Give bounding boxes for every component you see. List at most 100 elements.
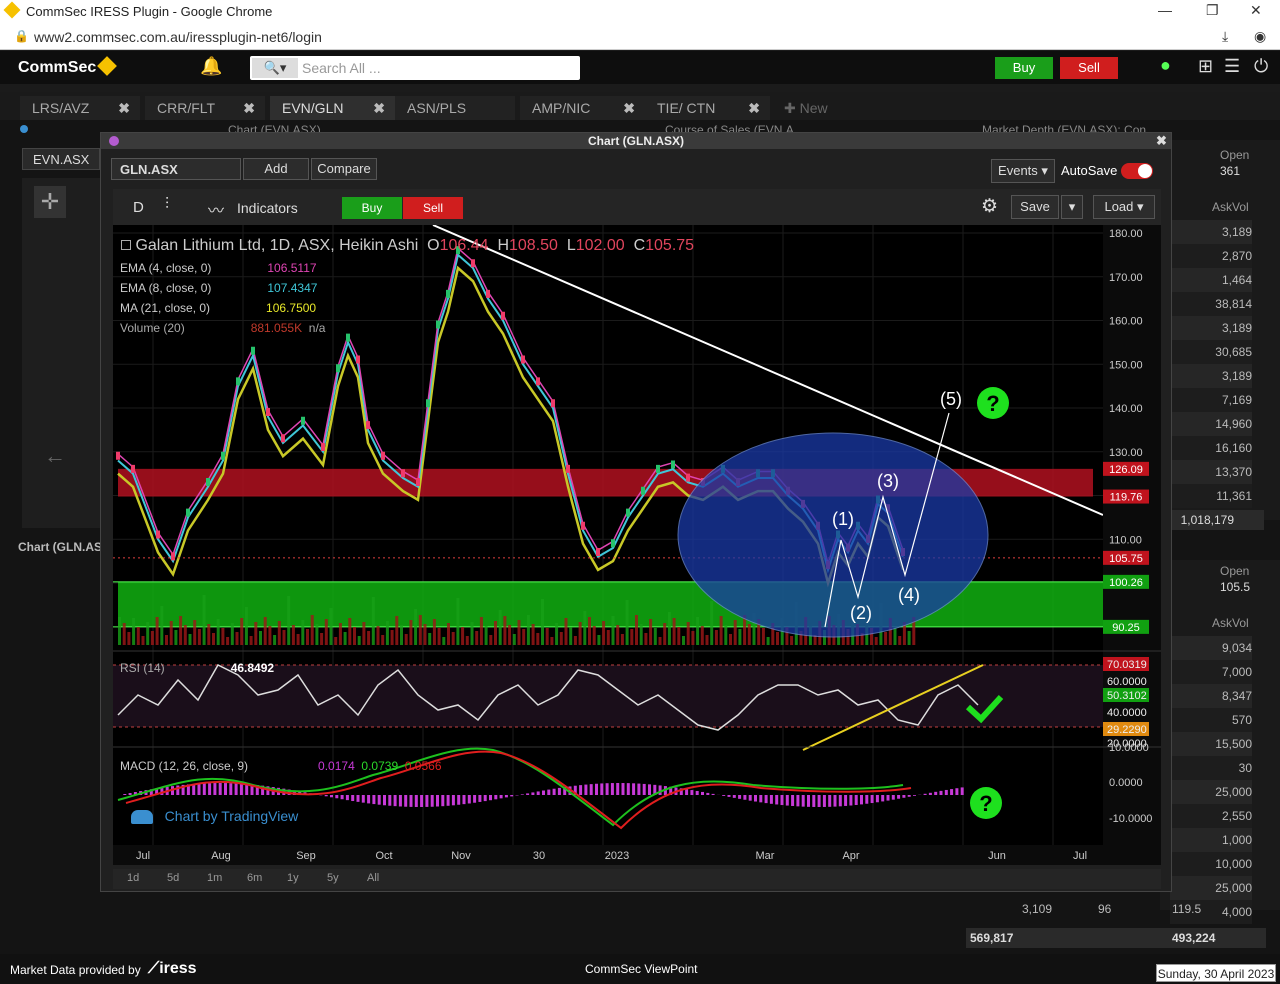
bg-symbol-field[interactable]: EVN.ASX [22, 148, 100, 170]
macd-histogram-bar [372, 795, 376, 805]
candle-type-icon[interactable]: ⫶ [165, 196, 169, 214]
volume-bar [724, 625, 728, 645]
close-icon[interactable]: ✖ [623, 96, 635, 120]
load-dropdown[interactable]: Load ▾ [1093, 195, 1155, 219]
wave-5-label: (5) [940, 389, 962, 409]
interval-button[interactable]: D [133, 199, 144, 216]
download-icon[interactable]: ⤓ [1222, 28, 1228, 45]
volume-bar [729, 634, 732, 645]
macd-histogram-bar [632, 783, 636, 795]
askvol-cell: 2,550 [1170, 804, 1252, 828]
close-icon[interactable]: ✖ [748, 96, 760, 120]
volume-bar [348, 618, 352, 645]
header-sell-button[interactable]: Sell [1060, 57, 1118, 79]
candle [266, 408, 270, 416]
volume-bar [526, 615, 530, 645]
tab-tie-ctn[interactable]: TIE/ CTN ✖ [645, 96, 770, 120]
gear-icon[interactable]: ⚙ [981, 195, 998, 218]
tab-label: ASN/PLS [407, 100, 467, 116]
tab-lrs-avz[interactable]: LRS/AVZ ✖ [20, 96, 140, 120]
macd-histogram-bar [701, 791, 704, 795]
rsi-legend: RSI (14) 46.8492 [120, 661, 274, 675]
volume-bar [306, 629, 309, 645]
volume-bar [320, 633, 324, 645]
menu-icon[interactable]: ☰ [1224, 56, 1240, 77]
volume-bar [179, 616, 183, 645]
time-axis-label: Sep [296, 850, 316, 862]
close-chart-icon[interactable]: ✖ [1156, 133, 1167, 149]
volume-bar [625, 600, 629, 645]
tab-crr-flt[interactable]: CRR/FLT ✖ [145, 96, 265, 120]
close-window-icon[interactable]: ✕ [1250, 2, 1262, 19]
candle [656, 464, 660, 473]
macd-histogram-bar [420, 795, 424, 807]
back-arrow-icon[interactable]: ← [44, 443, 66, 469]
askvol-cell: 13,370 [1170, 460, 1252, 484]
save-button[interactable]: Save [1011, 195, 1059, 219]
save-menu-chevron-icon[interactable]: ▾ [1061, 195, 1083, 219]
url-text[interactable]: www2.commsec.com.au/iressplugin-net6/log… [34, 29, 322, 45]
search-icon[interactable]: 🔍▾ [252, 58, 298, 78]
search-box[interactable]: 🔍▾ Search All ... [250, 56, 580, 80]
ema4-legend: EMA (4, close, 0) 106.5117 [120, 261, 317, 275]
autosave-toggle[interactable] [1121, 163, 1153, 179]
close-value: 105.75 [645, 237, 695, 254]
add-icon[interactable]: ⊞ [1198, 56, 1213, 77]
ema4-label: EMA (4, close, 0) [120, 261, 212, 275]
crosshair-icon[interactable]: ✛ [34, 186, 66, 218]
macd-histogram-bar [626, 783, 630, 795]
volume-bar [118, 617, 121, 645]
range-5d[interactable]: 5d [167, 872, 179, 884]
volume-bar [437, 628, 441, 645]
tag-90: 90.25 [1112, 622, 1140, 634]
volume-bar [555, 623, 559, 645]
maximize-icon[interactable]: ❐ [1206, 2, 1219, 19]
macd-histogram-bar [685, 789, 689, 795]
add-button[interactable]: Add [243, 158, 309, 180]
range-all[interactable]: All [367, 872, 379, 884]
header-buy-button[interactable]: Buy [995, 57, 1053, 79]
events-dropdown[interactable]: Events ▾ [991, 159, 1055, 183]
macd-histogram-bar [616, 783, 620, 795]
tab-amp-nic[interactable]: AMP/NIC ✖ [520, 96, 645, 120]
range-6m[interactable]: 6m [247, 872, 262, 884]
chart-symbol-field[interactable]: GLN.ASX [111, 158, 241, 180]
power-icon[interactable]: ⏻ [1254, 56, 1268, 77]
range-5y[interactable]: 5y [327, 872, 339, 884]
volume-bar [484, 626, 488, 645]
candle [321, 443, 325, 451]
volume-bar [475, 631, 479, 645]
depth-row: 3,109 96 119.5 [960, 900, 1260, 920]
tab-asn-pls[interactable]: ASN/PLS [395, 96, 515, 120]
macd-histogram-bar [462, 795, 466, 805]
volume-bar [263, 617, 267, 645]
compare-button[interactable]: Compare [311, 158, 377, 180]
status-light-icon[interactable]: ● [1160, 55, 1174, 77]
chart-sell-button[interactable]: Sell [403, 197, 463, 219]
macd-histogram-bar [833, 795, 837, 807]
view-icon[interactable]: ◉ [1254, 28, 1266, 45]
askvol2-label: AskVol [1212, 616, 1249, 630]
indicators-icon[interactable]: 〰 [208, 197, 224, 221]
close-icon[interactable]: ✖ [373, 96, 385, 120]
chart-buy-button[interactable]: Buy [342, 197, 402, 219]
search-input[interactable]: Search All ... [302, 60, 381, 76]
close-icon[interactable]: ✖ [243, 96, 255, 120]
new-tab-button[interactable]: ✚ New [772, 96, 852, 120]
events-label: Events [998, 163, 1038, 178]
volume-bar [310, 615, 314, 645]
address-bar[interactable]: 🔒 www2.commsec.com.au/iressplugin-net6/l… [0, 24, 1280, 50]
macd-histogram-bar [769, 795, 773, 804]
range-1d[interactable]: 1d [127, 872, 139, 884]
range-1m[interactable]: 1m [207, 872, 222, 884]
minimize-icon[interactable]: — [1158, 2, 1172, 18]
range-1y[interactable]: 1y [287, 872, 299, 884]
macd-histogram-bar [780, 795, 784, 806]
indicators-button[interactable]: Indicators [237, 200, 298, 216]
macd-axis-bg [1103, 749, 1161, 845]
tab-evn-gln[interactable]: EVN/GLN ✖ [270, 96, 395, 120]
macd-histogram-bar [504, 795, 508, 798]
close-icon[interactable]: ✖ [118, 96, 130, 120]
bell-icon[interactable]: 🔔 [200, 56, 222, 77]
tag-100: 100.26 [1109, 577, 1143, 589]
